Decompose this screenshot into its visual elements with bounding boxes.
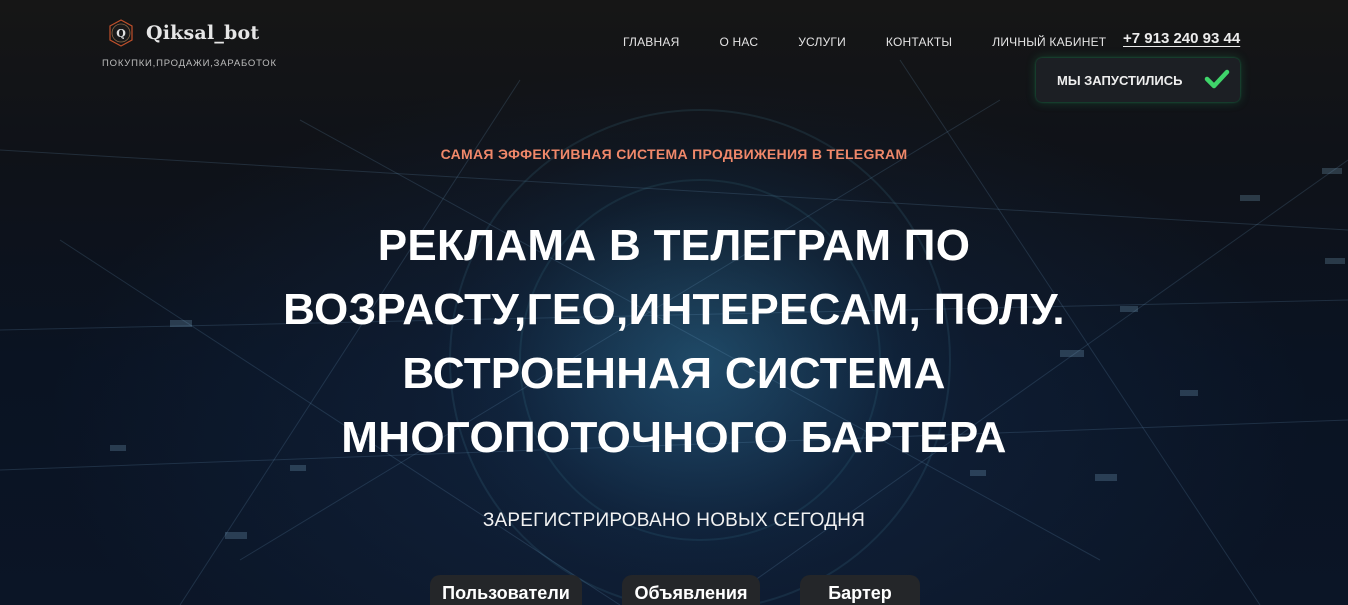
headline-line: МНОГОПОТОЧНОГО БАРТЕРА xyxy=(341,413,1007,462)
check-icon xyxy=(1204,69,1230,89)
hero-headline: РЕКЛАМА В ТЕЛЕГРАМ ПО ВОЗРАСТУ,ГЕО,ИНТЕР… xyxy=(174,214,1174,470)
stat-ads: Объявления xyxy=(622,575,760,605)
headline-line: ВОЗРАСТУ,ГЕО,ИНТЕРЕСАМ, ПОЛУ. xyxy=(283,285,1065,334)
registered-today-heading: ЗАРЕГИСТРИРОВАНО НОВЫХ СЕГОДНЯ xyxy=(482,510,866,531)
stat-barter-label: Бартер xyxy=(828,583,892,603)
nav-item-about[interactable]: О НАС xyxy=(719,35,758,49)
launch-badge-label: МЫ ЗАПУСТИЛИСЬ xyxy=(1057,72,1183,88)
hero-section: Q Qiksal_bot ПОКУПКИ,ПРОДАЖИ,ЗАРАБОТОК Г… xyxy=(0,0,1348,605)
stats-row: Пользователи Объявления Бартер xyxy=(0,575,1348,605)
stat-barter: Бартер xyxy=(800,575,920,605)
nav-item-home[interactable]: ГЛАВНАЯ xyxy=(623,35,679,49)
nav-item-account[interactable]: ЛИЧНЫЙ КАБИНЕТ xyxy=(992,35,1106,49)
site-logo[interactable]: Q Qiksal_bot ПОКУПКИ,ПРОДАЖИ,ЗАРАБОТОК xyxy=(100,14,276,74)
main-nav: ГЛАВНАЯ О НАС УСЛУГИ КОНТАКТЫ ЛИЧНЫЙ КАБ… xyxy=(623,32,1146,52)
headline-line: РЕКЛАМА В ТЕЛЕГРАМ ПО xyxy=(377,221,971,270)
logo-name: Qiksal_bot xyxy=(146,22,260,44)
hero-eyebrow: САМАЯ ЭФФЕКТИВНАЯ СИСТЕМА ПРОДВИЖЕНИЯ В … xyxy=(440,146,908,162)
stat-ads-label: Объявления xyxy=(634,583,748,603)
stat-users: Пользователи xyxy=(430,575,582,605)
logo-emblem-icon: Q xyxy=(109,19,133,47)
logo-letter: Q xyxy=(116,27,126,40)
headline-line: ВСТРОЕННАЯ СИСТЕМА xyxy=(402,349,946,398)
nav-item-contacts[interactable]: КОНТАКТЫ xyxy=(886,35,952,49)
phone-link[interactable]: +7 913 240 93 44 xyxy=(1123,30,1240,47)
logo-tagline: ПОКУПКИ,ПРОДАЖИ,ЗАРАБОТОК xyxy=(102,58,277,69)
nav-item-services[interactable]: УСЛУГИ xyxy=(798,35,846,49)
launch-badge: МЫ ЗАПУСТИЛИСЬ xyxy=(1036,58,1240,102)
stat-users-label: Пользователи xyxy=(442,583,570,603)
